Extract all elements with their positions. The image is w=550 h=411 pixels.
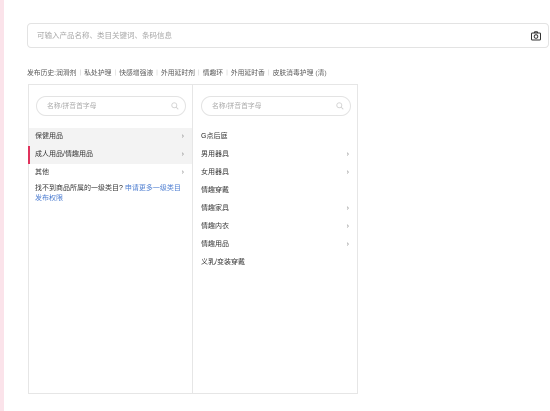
product-search-input[interactable] <box>28 24 517 47</box>
publish-history: 发布历史: 润滑剂 | 私处护理 | 快感增强液 | 外用延时剂 | 情趣环 |… <box>27 67 327 78</box>
history-separator: | <box>197 68 200 76</box>
subcategory-item[interactable]: 情趣内衣 › <box>193 218 357 236</box>
subcategory-item-label: 女用器具 <box>201 169 229 176</box>
category-item-label: 其他 <box>35 169 49 176</box>
category-item[interactable]: 其他 › <box>29 164 192 182</box>
category-item[interactable]: 保健用品 › <box>29 128 192 146</box>
clear-history-button[interactable]: (清) <box>315 67 326 77</box>
subcategory-item[interactable]: 情趣用品 › <box>193 236 357 254</box>
search-icon <box>336 102 344 110</box>
history-item[interactable]: 情趣环 <box>203 67 223 77</box>
subcategory-item-label: 情趣穿戴 <box>201 187 229 194</box>
category-item-label: 成人用品/情趣用品 <box>35 151 93 158</box>
subcategory-item[interactable]: 情趣家具 › <box>193 200 357 218</box>
category-notice: 找不到商品所属的一级类目? 申请更多一级类目发布权限 <box>29 182 192 204</box>
chevron-right-icon: › <box>181 169 184 176</box>
chevron-right-icon: › <box>181 151 184 158</box>
subcategory-item[interactable]: 男用器具 › <box>193 146 357 164</box>
category-filter-box <box>36 96 186 116</box>
history-separator: | <box>226 68 228 76</box>
category-filter-input[interactable] <box>202 97 332 115</box>
category-column-level1: 保健用品 › 成人用品/情趣用品 › 其他 › 找不到商品所属的一级类目? 申请… <box>28 85 193 393</box>
subcategory-item[interactable]: G点后庭 <box>193 128 357 146</box>
chevron-right-icon: › <box>346 241 349 248</box>
history-separator: | <box>114 68 117 76</box>
subcategory-item-label: 义乳/变装穿戴 <box>201 259 245 266</box>
subcategory-item[interactable]: 义乳/变装穿戴 <box>193 254 357 272</box>
history-separator: | <box>267 68 270 76</box>
left-accent-bar <box>0 0 4 411</box>
subcategory-item-label: 男用器具 <box>201 151 229 158</box>
history-separator: | <box>156 68 158 76</box>
subcategory-item[interactable]: 情趣穿戴 <box>193 182 357 200</box>
category-filter-box <box>201 96 351 116</box>
subcategory-item[interactable]: 女用器具 › <box>193 164 357 182</box>
subcategory-item-label: 情趣家具 <box>201 205 229 212</box>
subcategory-item-label: 情趣用品 <box>201 241 229 248</box>
category-list: 保健用品 › 成人用品/情趣用品 › 其他 › 找不到商品所属的一级类目? 申请… <box>28 128 192 204</box>
history-separator: | <box>79 68 82 76</box>
publish-history-label: 发布历史: <box>27 70 57 77</box>
history-item[interactable]: 私处护理 <box>84 67 111 77</box>
search-icon <box>171 102 179 110</box>
chevron-right-icon: › <box>346 223 349 230</box>
notice-text: 找不到商品所属的一级类目? <box>35 185 123 192</box>
category-filter-input[interactable] <box>37 97 167 115</box>
chevron-right-icon: › <box>346 169 349 176</box>
category-item-label: 保健用品 <box>35 133 63 140</box>
chevron-right-icon: › <box>181 133 184 140</box>
product-search-box <box>27 23 549 48</box>
history-item[interactable]: 外用延时剂 <box>161 67 195 77</box>
chevron-right-icon: › <box>346 151 349 158</box>
camera-icon[interactable] <box>530 30 542 42</box>
subcategory-item-label: G点后庭 <box>201 133 228 140</box>
history-item[interactable]: 快感增强液 <box>119 67 153 77</box>
history-item[interactable]: 皮肤消毒护理 <box>273 67 314 77</box>
history-item[interactable]: 润滑剂 <box>56 67 76 77</box>
subcategory-item-label: 情趣内衣 <box>201 223 229 230</box>
subcategory-list: G点后庭 男用器具 › 女用器具 › 情趣穿戴 情趣家具 › 情趣内衣 › 情趣… <box>193 128 357 272</box>
chevron-right-icon: › <box>346 205 349 212</box>
category-selector: 保健用品 › 成人用品/情趣用品 › 其他 › 找不到商品所属的一级类目? 申请… <box>28 84 358 394</box>
history-item[interactable]: 外用延时香 <box>231 67 265 77</box>
category-item[interactable]: 成人用品/情趣用品 › <box>28 146 192 164</box>
category-column-level2: G点后庭 男用器具 › 女用器具 › 情趣穿戴 情趣家具 › 情趣内衣 › <box>193 85 357 393</box>
